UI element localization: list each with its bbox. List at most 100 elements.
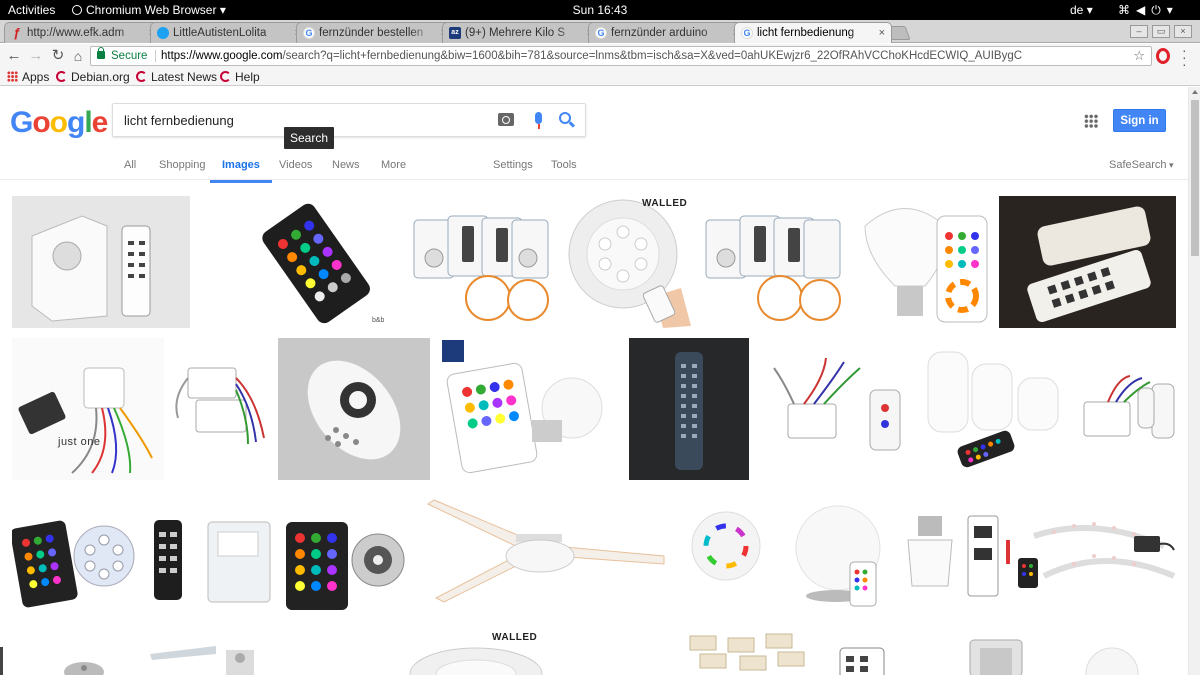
image-result[interactable]	[999, 196, 1176, 328]
image-result[interactable]	[408, 196, 556, 328]
vertical-scrollbar[interactable]	[1188, 87, 1200, 675]
tab-fernzuender-bestellen[interactable]: Gfernzünder bestellen×	[296, 22, 454, 43]
image-result[interactable]	[146, 644, 280, 675]
minimize-icon[interactable]: –	[1130, 25, 1148, 38]
address-bar[interactable]: Secure https://www.google.com/search?q=l…	[90, 46, 1152, 66]
google-logo[interactable]: Google	[10, 106, 109, 140]
image-result[interactable]	[282, 506, 414, 618]
window-edge	[0, 647, 3, 675]
tab-tools[interactable]: Tools	[551, 158, 577, 172]
window-controls: – ▭ ×	[1126, 23, 1192, 38]
google-icon: G	[303, 27, 315, 39]
tab-settings[interactable]: Settings	[493, 158, 533, 172]
image-result[interactable]	[168, 338, 272, 480]
image-result[interactable]	[855, 196, 995, 328]
image-result[interactable]	[406, 644, 546, 675]
scrollbar-thumb[interactable]	[1191, 100, 1199, 256]
image-result[interactable]	[764, 338, 912, 480]
search-input[interactable]: licht fernbedienung	[124, 113, 234, 128]
image-result[interactable]	[690, 510, 762, 582]
twitter-icon	[157, 27, 169, 39]
tab-title: licht fernbedienung	[757, 27, 855, 39]
url-host: https://www.google.com	[161, 50, 283, 62]
keyboard-layout-indicator[interactable]: de ▾	[1070, 2, 1093, 18]
image-result[interactable]	[424, 498, 668, 610]
image-result[interactable]: b&b	[240, 196, 398, 328]
tab-title: (9+) Mehrere Kilo S	[465, 27, 566, 39]
image-result[interactable]	[12, 196, 190, 328]
home-button[interactable]: ⌂	[68, 46, 88, 66]
tab-images[interactable]: Images	[210, 158, 272, 183]
apps-grid-icon	[7, 71, 18, 82]
image-result[interactable]	[12, 338, 164, 480]
sign-in-button[interactable]: Sign in	[1113, 109, 1166, 132]
image-result[interactable]	[1078, 338, 1178, 480]
camera-icon[interactable]	[498, 113, 514, 126]
tab-mehrere-kilo[interactable]: az(9+) Mehrere Kilo S×	[442, 22, 600, 43]
app-menu[interactable]: Chromium Web Browser ▾	[72, 2, 226, 18]
bookmark-latest-news[interactable]: Latest News	[136, 69, 217, 85]
image-result[interactable]	[12, 506, 136, 618]
safesearch-dropdown[interactable]: SafeSearch	[1109, 158, 1174, 172]
image-result[interactable]	[440, 338, 612, 480]
search-box[interactable]: licht fernbedienung	[112, 103, 586, 137]
image-result[interactable]	[836, 644, 894, 675]
back-button[interactable]: ←	[4, 46, 24, 66]
tab-title: fernzünder bestellen	[319, 27, 424, 39]
reload-button[interactable]: ↻	[48, 46, 68, 66]
svg-text:b&b: b&b	[372, 317, 385, 324]
tab-efk[interactable]: ƒhttp://www.efk.adm×	[4, 22, 162, 43]
power-icon: ⏻	[1151, 3, 1167, 17]
tab-news[interactable]: News	[332, 158, 360, 172]
google-icon: G	[741, 27, 753, 39]
bookmark-debian[interactable]: Debian.org	[56, 69, 130, 85]
image-result[interactable]	[700, 196, 850, 328]
bookmark-help[interactable]: Help	[220, 69, 260, 85]
maximize-icon[interactable]: ▭	[1152, 25, 1170, 38]
tab-licht-fernbedienung[interactable]: Glicht fernbedienung ×	[734, 22, 892, 43]
microphone-icon[interactable]	[532, 110, 542, 129]
opera-extension-icon[interactable]	[1156, 48, 1170, 64]
lock-icon	[97, 47, 105, 59]
image-result[interactable]	[1084, 644, 1140, 675]
clock[interactable]: Sun 16:43	[573, 3, 628, 17]
system-tray[interactable]: ⌘◀⏻▾	[1118, 2, 1179, 18]
close-tab-icon[interactable]: ×	[879, 23, 885, 43]
image-result[interactable]	[278, 338, 430, 480]
tab-all[interactable]: All	[124, 158, 136, 172]
tab-shopping[interactable]: Shopping	[159, 158, 206, 172]
bookmark-apps[interactable]: Apps	[7, 69, 49, 85]
search-tooltip: Search	[284, 127, 335, 149]
tab-strip: ƒ http://www.efk.adm × LittleAutistenLolit…	[0, 20, 1200, 43]
tab-more[interactable]: More	[381, 158, 406, 172]
activities-button[interactable]: Activities	[8, 2, 55, 18]
logo-letter: G	[10, 106, 33, 139]
google-apps-icon[interactable]	[1084, 114, 1098, 128]
image-result[interactable]	[918, 338, 1072, 480]
tab-title: fernzünder arduino	[611, 27, 708, 39]
gnome-top-bar: Activities Chromium Web Browser ▾ Sun 16…	[0, 0, 1200, 20]
result-tabs: All Shopping Images Videos News More Set…	[0, 152, 1188, 183]
image-result[interactable]	[1014, 506, 1178, 610]
search-icon[interactable]	[559, 112, 571, 124]
tab-fernzuender-arduino[interactable]: Gfernzünder arduino×	[588, 22, 746, 43]
tab-twitter[interactable]: LittleAutistenLolita×	[150, 22, 308, 43]
forward-button[interactable]: →	[26, 46, 46, 66]
scroll-up-icon[interactable]	[1192, 90, 1198, 94]
tab-videos[interactable]: Videos	[279, 158, 312, 172]
app-name: Chromium Web Browser	[86, 3, 217, 17]
image-result[interactable]	[686, 630, 810, 675]
image-result[interactable]	[142, 506, 278, 618]
image-result[interactable]	[792, 500, 888, 610]
image-result[interactable]	[898, 506, 1010, 610]
close-window-icon[interactable]: ×	[1174, 25, 1192, 38]
debian-icon	[136, 71, 147, 82]
logo-letter: o	[49, 106, 68, 139]
image-result[interactable]	[60, 654, 106, 675]
image-result[interactable]	[629, 338, 749, 480]
image-result[interactable]	[563, 196, 693, 328]
browser-menu-icon[interactable]: · · ·	[1182, 43, 1187, 71]
image-result[interactable]	[952, 636, 1042, 675]
logo-letter: e	[91, 106, 109, 139]
bookmark-star-icon[interactable]: ☆	[1133, 47, 1145, 65]
